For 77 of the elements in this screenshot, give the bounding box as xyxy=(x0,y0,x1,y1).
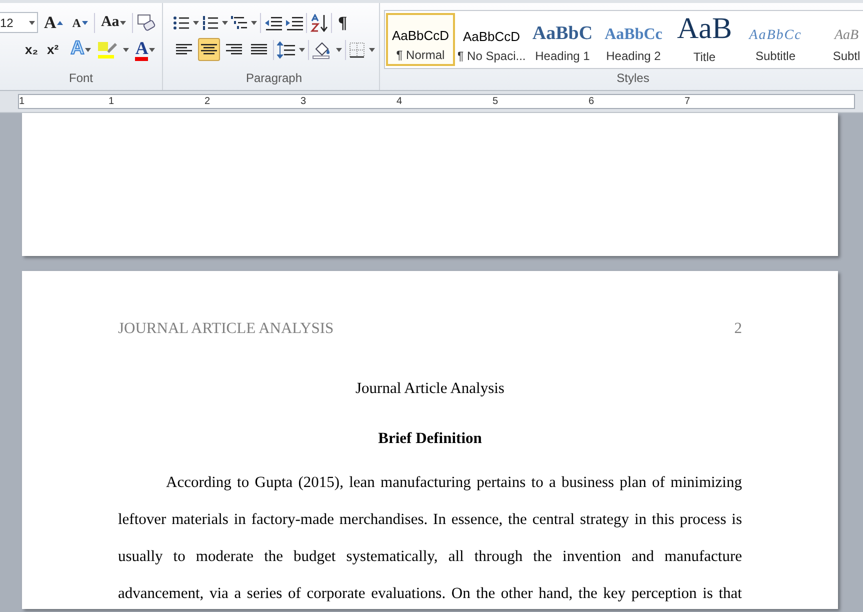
style-preview: AaB xyxy=(834,27,859,43)
ruler-number: 1 xyxy=(108,95,114,109)
caret-icon xyxy=(149,48,156,52)
clear-formatting-icon[interactable] xyxy=(136,14,156,32)
style-preview: AaBbCc xyxy=(604,25,662,43)
style-label: ¶ Normal xyxy=(396,47,445,64)
caret-icon xyxy=(251,20,257,24)
style-preview: AaBbCc xyxy=(749,27,802,43)
paragraph-line: According to Gupta (2015), lean manufacturing pertains to a business plan of minimizing xyxy=(165,473,742,494)
up-triangle-icon xyxy=(57,20,64,24)
style-preview: AaBbCcD xyxy=(462,28,520,43)
ruler-number: 1 xyxy=(19,95,25,109)
paragraph-line: usually to moderate the budget systematically, all through the invention and manufacture xyxy=(118,547,742,568)
style-item[interactable]: AaBbC Heading 1 xyxy=(528,13,597,66)
group-label: Styles xyxy=(616,70,650,87)
style-item[interactable]: AaBbCc Subtitle xyxy=(741,13,810,66)
caret-icon xyxy=(85,48,92,52)
font-size-field[interactable]: 12 xyxy=(0,12,38,33)
caret-icon xyxy=(193,20,199,24)
subscript-button[interactable]: x₂ xyxy=(22,38,42,61)
style-label: Subtl xyxy=(832,48,860,65)
style-label: ¶ No Spaci... xyxy=(458,48,525,65)
caret-icon xyxy=(29,20,35,24)
text-lines-icon xyxy=(226,42,242,56)
style-preview: AaB xyxy=(677,14,732,44)
caret-icon xyxy=(123,48,130,52)
style-preview: AaBbC xyxy=(532,22,593,43)
align-center-button[interactable] xyxy=(198,38,220,61)
ruler-number: 3 xyxy=(300,95,306,109)
caret-icon xyxy=(120,20,126,24)
caret-icon xyxy=(299,48,305,52)
paragraph-line: leftover materials in factory-made merchandises. In essence, the central strategy in this process is xyxy=(118,510,742,530)
numbered-list-icon[interactable] xyxy=(202,14,218,30)
grow-font-button[interactable]: A xyxy=(41,11,66,34)
caret-icon xyxy=(222,20,228,24)
borders-icon[interactable] xyxy=(349,42,365,58)
group-label: Paragraph xyxy=(244,70,304,87)
style-label: Subtitle xyxy=(755,48,796,65)
section-heading: Brief Definition xyxy=(378,430,482,448)
style-item[interactable]: AaBbCc Heading 2 xyxy=(599,13,668,66)
sort-icon[interactable] xyxy=(310,14,328,32)
document-title: Journal Article Analysis xyxy=(356,380,504,398)
superscript-button[interactable]: x² xyxy=(44,38,62,61)
highlighter-icon[interactable] xyxy=(97,40,120,58)
increase-indent-icon[interactable] xyxy=(285,14,303,30)
font-color-button[interactable]: A xyxy=(132,38,158,61)
caret-icon xyxy=(369,48,375,52)
style-item[interactable]: AaBbCcD ¶ Normal xyxy=(386,13,455,66)
change-case-button[interactable]: Aa xyxy=(98,11,130,34)
line-spacing-icon[interactable] xyxy=(277,40,295,58)
multilevel-list-icon[interactable] xyxy=(231,14,247,30)
style-label: Title xyxy=(693,48,716,65)
paragraph-line: advancement, via a series of corporate evaluations. On the other hand, the key perception is that xyxy=(118,584,742,604)
caret-icon xyxy=(336,48,342,52)
style-preview: AaBbCcD xyxy=(392,27,450,42)
show-formatting-button[interactable]: ¶ xyxy=(335,11,350,34)
paint-bucket-icon[interactable] xyxy=(312,40,332,58)
ruler-number: 6 xyxy=(588,95,594,109)
page-number: 2 xyxy=(734,319,742,339)
style-item[interactable]: AaBbCcD ¶ No Spaci... xyxy=(457,13,526,66)
bullet-list-icon[interactable] xyxy=(173,14,189,30)
text-lines-icon xyxy=(176,42,192,56)
style-item[interactable]: AaB Subtl xyxy=(812,13,863,66)
shrink-font-button[interactable]: A xyxy=(69,11,91,34)
down-triangle-icon xyxy=(82,20,88,24)
style-item[interactable]: AaB Title xyxy=(670,13,739,66)
group-label: Font xyxy=(68,70,94,87)
text-lines-icon xyxy=(251,42,267,56)
ruler-number: 2 xyxy=(204,95,210,109)
style-label: Heading 1 xyxy=(535,48,590,65)
ruler-number: 5 xyxy=(492,95,498,109)
ruler-number: 4 xyxy=(396,95,402,109)
running-header: JOURNAL ARTICLE ANALYSIS xyxy=(118,319,334,339)
decrease-indent-icon[interactable] xyxy=(264,14,282,30)
style-label: Heading 2 xyxy=(606,48,661,65)
text-lines-icon xyxy=(201,42,217,56)
ruler-number: 7 xyxy=(684,95,690,109)
